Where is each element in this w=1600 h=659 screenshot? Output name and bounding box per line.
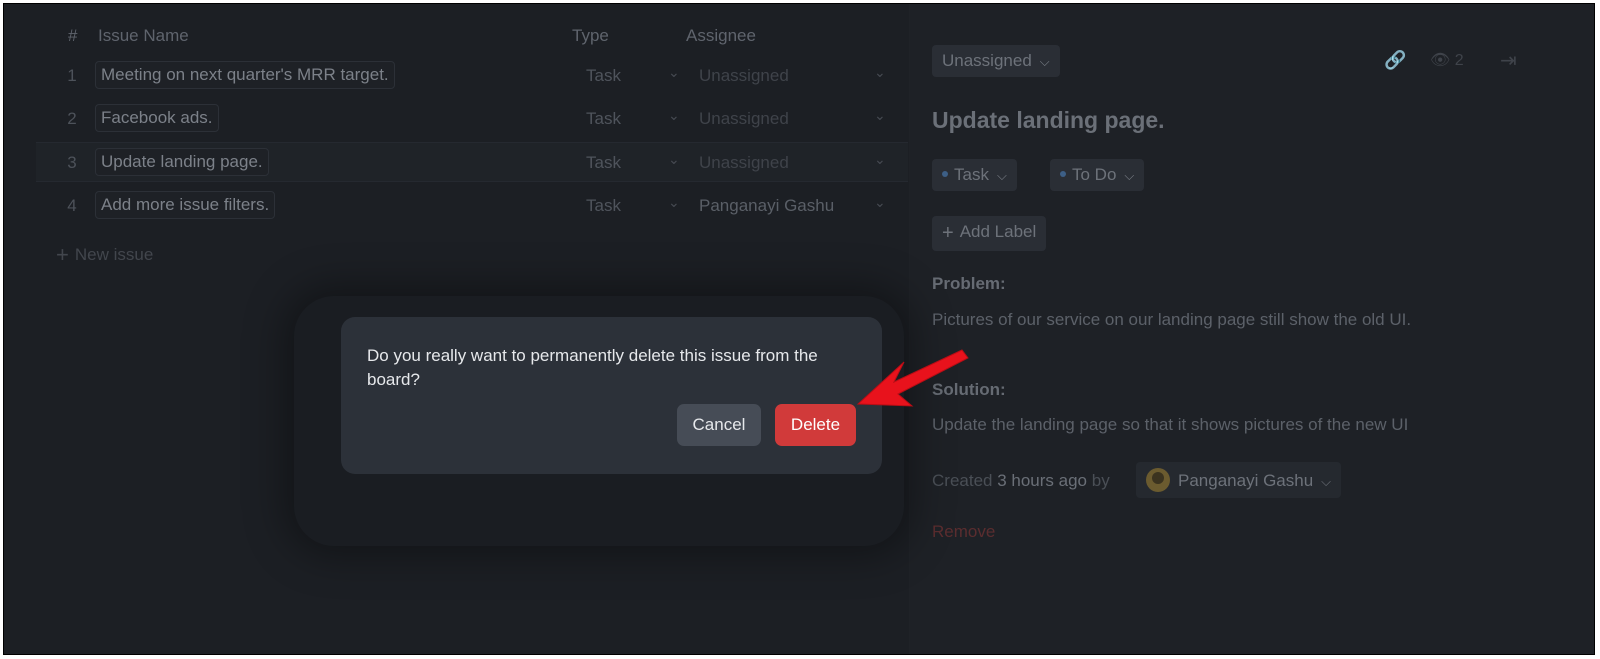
status-chip[interactable]: To Do ⌵ xyxy=(1050,159,1145,191)
type-select[interactable]: Task xyxy=(586,196,621,216)
chevron-down-icon[interactable]: ⌄ xyxy=(668,64,680,81)
chevron-down-icon: ⌵ xyxy=(1124,168,1135,183)
cancel-button[interactable]: Cancel xyxy=(677,404,761,446)
assignee-dropdown-label: Unassigned xyxy=(942,51,1032,70)
new-issue-label: New issue xyxy=(74,245,154,264)
column-header-number: # xyxy=(68,26,78,45)
status-dot-icon xyxy=(1060,171,1066,177)
avatar xyxy=(1146,468,1170,492)
delete-confirm-dialog: Do you really want to permanently delete… xyxy=(341,317,882,474)
type-chip-label: Task xyxy=(954,165,989,184)
problem-heading: Problem: xyxy=(932,274,1006,293)
table-row-selected[interactable]: 3 Update landing page. Task ⌄ Unassigned… xyxy=(36,142,908,182)
type-chip[interactable]: Task ⌵ xyxy=(932,159,1017,191)
plus-icon: + xyxy=(56,242,69,267)
type-select[interactable]: Task xyxy=(586,66,621,86)
row-number: 3 xyxy=(67,153,77,172)
column-header-type: Type xyxy=(572,26,609,45)
table-header: # Issue Name Type Assignee xyxy=(4,22,909,52)
assignee-select[interactable]: Unassigned xyxy=(699,109,789,129)
dialog-message: Do you really want to permanently delete… xyxy=(367,346,818,389)
chevron-down-icon: ⌵ xyxy=(1321,474,1332,489)
chevron-down-icon[interactable]: ⌄ xyxy=(874,64,886,81)
row-number: 2 xyxy=(67,109,77,128)
chevron-down-icon: ⌵ xyxy=(1039,54,1050,69)
issue-name-field[interactable]: Facebook ads. xyxy=(95,104,219,132)
add-label-button[interactable]: + Add Label xyxy=(932,216,1047,251)
table-row[interactable]: 4 Add more issue filters. Task ⌄ Pangana… xyxy=(36,186,908,226)
chevron-down-icon[interactable]: ⌄ xyxy=(668,107,680,124)
type-select[interactable]: Task xyxy=(586,153,621,173)
assignee-select[interactable]: Unassigned xyxy=(699,66,789,86)
chevron-down-icon[interactable]: ⌄ xyxy=(668,194,680,211)
issue-detail-panel: Unassigned ⌵ 🔗 👁 2 ⇥ Update landing page.… xyxy=(910,4,1594,654)
created-by: by xyxy=(1091,471,1110,490)
delete-button[interactable]: Delete xyxy=(775,404,856,446)
table-row[interactable]: 1 Meeting on next quarter's MRR target. … xyxy=(36,56,908,96)
created-info: Created 3 hours ago by xyxy=(932,471,1110,491)
add-label-text: Add Label xyxy=(959,222,1037,241)
annotation-arrow-icon xyxy=(856,349,969,407)
issue-name-field[interactable]: Add more issue filters. xyxy=(95,191,276,219)
watchers-count: 2 xyxy=(1454,52,1464,69)
chevron-down-icon: ⌵ xyxy=(996,168,1007,183)
problem-text[interactable]: Pictures of our service on our landing p… xyxy=(932,310,1411,330)
author-name: Panganayi Gashu xyxy=(1178,471,1314,490)
type-select[interactable]: Task xyxy=(586,109,621,129)
row-number: 1 xyxy=(67,66,77,85)
link-icon[interactable]: 🔗 xyxy=(1384,50,1406,71)
assignee-dropdown[interactable]: Unassigned ⌵ xyxy=(932,45,1060,77)
chevron-down-icon[interactable]: ⌄ xyxy=(874,151,886,168)
column-header-assignee: Assignee xyxy=(686,26,756,45)
collapse-panel-icon[interactable]: ⇥ xyxy=(1500,48,1517,73)
watchers-button[interactable]: 👁 2 xyxy=(1430,50,1464,70)
table-row[interactable]: 2 Facebook ads. Task ⌄ Unassigned ⌄ xyxy=(36,99,908,139)
chevron-down-icon[interactable]: ⌄ xyxy=(874,107,886,124)
plus-icon: + xyxy=(942,222,954,244)
issue-name-field[interactable]: Meeting on next quarter's MRR target. xyxy=(95,61,395,89)
created-time: 3 hours ago xyxy=(997,471,1088,490)
chevron-down-icon[interactable]: ⌄ xyxy=(668,151,680,168)
app-window: # Issue Name Type Assignee 1 Meeting on … xyxy=(3,3,1595,655)
assignee-select[interactable]: Unassigned xyxy=(699,153,789,173)
new-issue-button[interactable]: + New issue xyxy=(56,242,153,268)
eye-icon: 👁 xyxy=(1430,52,1451,69)
status-chip-label: To Do xyxy=(1072,165,1117,184)
remove-issue-link[interactable]: Remove xyxy=(932,522,995,542)
type-dot-icon xyxy=(942,171,948,177)
row-number: 4 xyxy=(67,196,77,215)
created-prefix: Created xyxy=(932,471,993,490)
solution-text[interactable]: Update the landing page so that it shows… xyxy=(932,415,1408,435)
issue-title[interactable]: Update landing page. xyxy=(932,107,1165,134)
column-header-name: Issue Name xyxy=(98,26,189,45)
chevron-down-icon[interactable]: ⌄ xyxy=(874,194,886,211)
author-dropdown[interactable]: Panganayi Gashu ⌵ xyxy=(1136,462,1342,498)
issue-name-field[interactable]: Update landing page. xyxy=(95,148,269,176)
assignee-select[interactable]: Panganayi Gashu xyxy=(699,196,834,216)
